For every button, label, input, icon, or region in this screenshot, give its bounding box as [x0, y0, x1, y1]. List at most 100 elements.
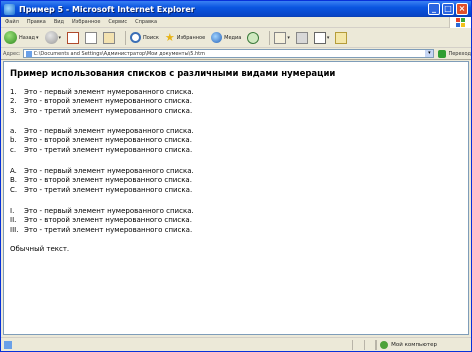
window-title: Пример 5 - Microsoft Internet Explorer	[19, 4, 195, 14]
search-icon	[130, 32, 142, 43]
forward-arrow-icon	[44, 31, 58, 44]
favorites-label: Избранное	[176, 34, 206, 41]
list-marker: 3.	[10, 106, 17, 115]
back-button[interactable]: Назад ▾	[4, 31, 39, 44]
list-item-text: Это - первый элемент нумерованного списк…	[24, 166, 194, 175]
favorites-button[interactable]: ★ Избранное	[165, 31, 205, 44]
forward-dropdown-icon[interactable]: ▾	[59, 35, 62, 41]
plain-text: Обычный текст.	[10, 245, 70, 253]
list-marker: C.	[10, 185, 18, 194]
history-icon	[247, 31, 260, 44]
menu-favorites[interactable]: Избранное	[68, 19, 104, 25]
menu-help[interactable]: Справка	[131, 19, 161, 25]
list-marker: B.	[10, 176, 18, 185]
window-controls: _ □ ×	[428, 3, 468, 15]
toolbar: Назад ▾ ▾ Поиск ★ Избранное Медиа ▾ ▾	[1, 28, 471, 48]
search-label: Поиск	[143, 34, 159, 41]
list-item-text: Это - второй элемент нумерованного списк…	[24, 176, 192, 185]
windows-logo-icon	[449, 17, 471, 28]
status-divider	[364, 340, 365, 350]
maximize-button[interactable]: □	[442, 3, 454, 15]
refresh-button[interactable]	[85, 31, 98, 44]
list-marker: II.	[10, 216, 17, 225]
list-item-text: Это - второй элемент нумерованного списк…	[24, 97, 192, 106]
menu-view[interactable]: Вид	[50, 19, 68, 25]
status-bar: Мой компьютер	[1, 337, 471, 351]
status-divider	[352, 340, 353, 350]
go-arrow-icon	[438, 49, 447, 58]
address-label: Адрес:	[3, 50, 21, 57]
minimize-button[interactable]: _	[428, 3, 440, 15]
edit-dropdown-icon[interactable]: ▾	[327, 35, 330, 41]
list-item: A. Это - первый элемент нумерованного спи…	[10, 166, 194, 176]
list-marker: b.	[10, 136, 17, 145]
search-button[interactable]: Поиск	[130, 32, 159, 43]
list-item: 1. Это - первый элемент нумерованного спи…	[10, 87, 194, 97]
list-item-text: Это - первый элемент нумерованного списк…	[24, 206, 194, 215]
list-item: B. Это - второй элемент нумерованного спи…	[10, 176, 194, 186]
list-item-text: Это - первый элемент нумерованного списк…	[24, 126, 194, 135]
list-item: a. Это - первый элемент нумерованного спи…	[10, 126, 194, 136]
mail-button[interactable]: ▾	[274, 31, 290, 44]
list-item: c. Это - третий элемент нумерованного спи…	[10, 145, 194, 155]
ordered-list-arabic: 1. Это - первый элемент нумерованного спи…	[10, 87, 194, 116]
list-item-text: Это - второй элемент нумерованного списк…	[24, 216, 192, 225]
computer-zone-icon	[380, 341, 389, 349]
page-status-icon	[4, 340, 12, 349]
address-dropdown-icon[interactable]: ▾	[425, 50, 434, 57]
list-marker: 2.	[10, 97, 17, 106]
menu-file[interactable]: Файл	[1, 19, 23, 25]
menu-bar: Файл Правка Вид Избранное Сервис Справка	[1, 17, 471, 28]
edit-button[interactable]: ▾	[313, 31, 330, 44]
list-item: 3. Это - третий элемент нумерованного спи…	[10, 106, 194, 116]
close-button[interactable]: ×	[456, 3, 468, 15]
list-marker: c.	[10, 145, 17, 154]
list-marker: 1.	[10, 87, 17, 96]
menu-edit[interactable]: Правка	[23, 19, 50, 25]
edit-icon	[313, 31, 326, 44]
address-input[interactable]: C:\Documents and Settings\Администратор\…	[22, 49, 435, 58]
media-label: Медиа	[224, 34, 242, 41]
ordered-list-roman: I. Это - первый элемент нумерованного спи…	[10, 206, 194, 235]
toolbar-divider	[269, 30, 271, 45]
list-marker: III.	[10, 225, 19, 234]
print-icon	[295, 31, 308, 44]
list-item-text: Это - третий элемент нумерованного списк…	[24, 185, 193, 194]
media-button[interactable]: Медиа	[211, 32, 241, 43]
stop-button[interactable]	[67, 31, 80, 44]
list-item: II. Это - второй элемент нумерованного сп…	[10, 216, 194, 226]
go-label: Переход	[448, 50, 471, 57]
title-bar[interactable]: Пример 5 - Microsoft Internet Explorer _…	[1, 1, 471, 17]
mail-icon	[274, 31, 287, 44]
list-item: b. Это - второй элемент нумерованного спи…	[10, 136, 194, 146]
security-zone: Мой компьютер	[375, 340, 437, 350]
home-icon	[103, 31, 116, 44]
menu-tools[interactable]: Сервис	[104, 19, 131, 25]
list-marker: a.	[10, 126, 17, 135]
list-item: 2. Это - второй элемент нумерованного спи…	[10, 97, 194, 107]
back-dropdown-icon[interactable]: ▾	[36, 35, 39, 41]
list-item-text: Это - первый элемент нумерованного списк…	[24, 87, 194, 96]
ordered-list-upper-alpha: A. Это - первый элемент нумерованного спи…	[10, 166, 194, 195]
messenger-button[interactable]	[335, 31, 348, 44]
favorites-star-icon: ★	[164, 31, 175, 44]
back-label: Назад	[19, 34, 36, 41]
list-item-text: Это - третий элемент нумерованного списк…	[24, 225, 193, 234]
mail-dropdown-icon[interactable]: ▾	[287, 35, 290, 41]
forward-button[interactable]: ▾	[44, 31, 62, 44]
list-item: I. Это - первый элемент нумерованного спи…	[10, 206, 194, 216]
history-button[interactable]	[247, 31, 260, 44]
zone-label: Мой компьютер	[391, 342, 437, 348]
home-button[interactable]	[103, 31, 116, 44]
media-icon	[211, 32, 223, 43]
list-item: III. Это - третий элемент нумерованного с…	[10, 225, 194, 235]
folder-icon	[335, 31, 348, 44]
list-marker: I.	[10, 206, 15, 215]
refresh-icon	[85, 31, 98, 44]
list-marker: A.	[10, 166, 17, 175]
list-item-text: Это - третий элемент нумерованного списк…	[24, 145, 193, 154]
print-button[interactable]	[295, 31, 308, 44]
go-button[interactable]: Переход	[438, 49, 471, 58]
list-item: C. Это - третий элемент нумерованного спи…	[10, 185, 194, 195]
list-item-text: Это - третий элемент нумерованного списк…	[24, 106, 193, 115]
